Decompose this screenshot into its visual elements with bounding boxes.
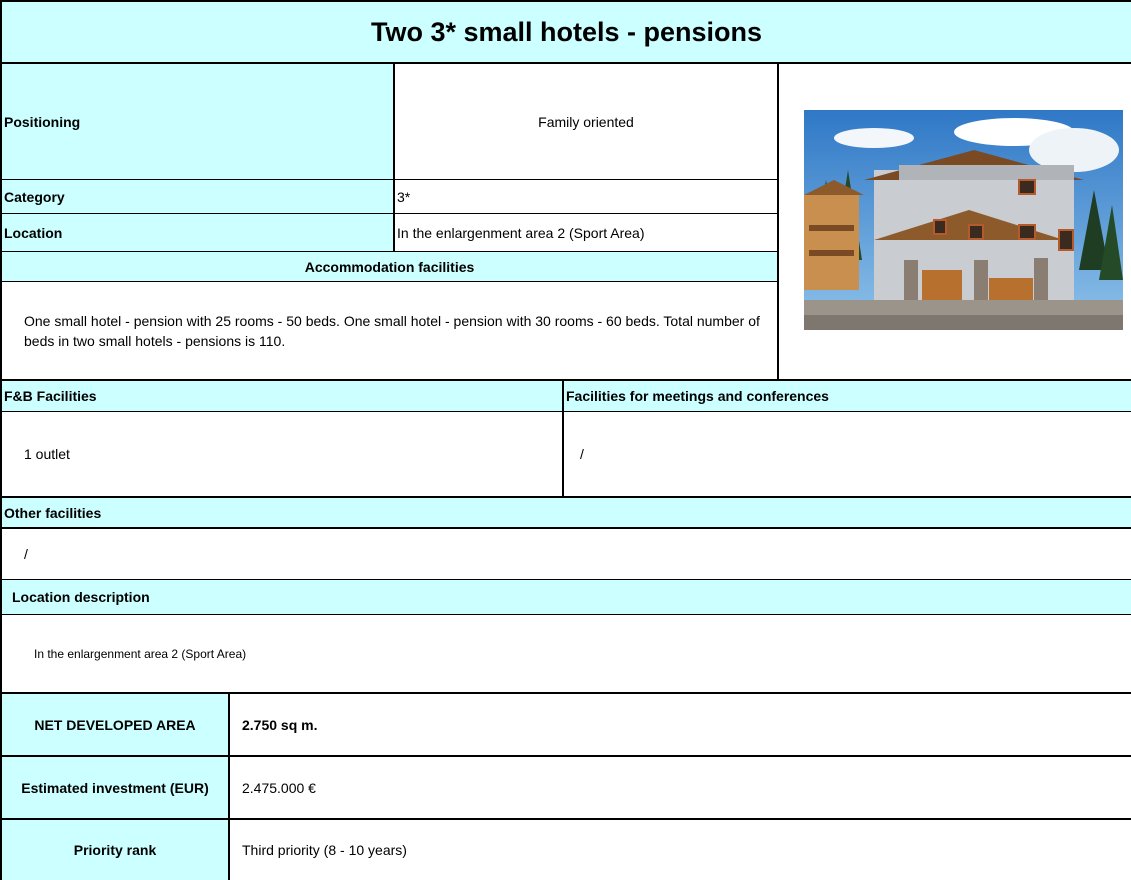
net-area-label: NET DEVELOPED AREA: [0, 694, 230, 757]
location-description-value: In the enlargenment area 2 (Sport Area): [0, 615, 1131, 693]
net-area-value: 2.750 sq m.: [230, 694, 1131, 757]
investment-value: 2.475.000 €: [230, 757, 1131, 820]
meetings-value: /: [580, 446, 584, 462]
other-value: /: [0, 529, 1131, 580]
investment-label: Estimated investment (EUR): [0, 757, 230, 820]
category-label: Category: [0, 180, 395, 214]
location-value: In the enlargenment area 2 (Sport Area): [395, 214, 779, 252]
location-description-header: Location description: [0, 580, 1131, 615]
meetings-header: Facilities for meetings and conferences: [564, 381, 1131, 412]
other-header: Other facilities: [0, 498, 1131, 529]
accommodation-text: One small hotel - pension with 25 rooms …: [0, 282, 779, 379]
category-value: 3*: [395, 180, 779, 214]
positioning-label: Positioning: [0, 64, 395, 180]
photo-cell: [779, 64, 1131, 379]
positioning-value: Family oriented: [395, 64, 779, 180]
priority-value: Third priority (8 - 10 years): [242, 842, 407, 858]
location-label: Location: [0, 214, 395, 252]
page-title: Two 3* small hotels - pensions: [0, 0, 1131, 64]
fb-value: 1 outlet: [0, 412, 564, 496]
page-title-text: Two 3* small hotels - pensions: [370, 16, 763, 47]
accommodation-header: Accommodation facilities: [0, 252, 779, 282]
fb-header: F&B Facilities: [0, 381, 564, 412]
priority-label: Priority rank: [0, 820, 230, 880]
